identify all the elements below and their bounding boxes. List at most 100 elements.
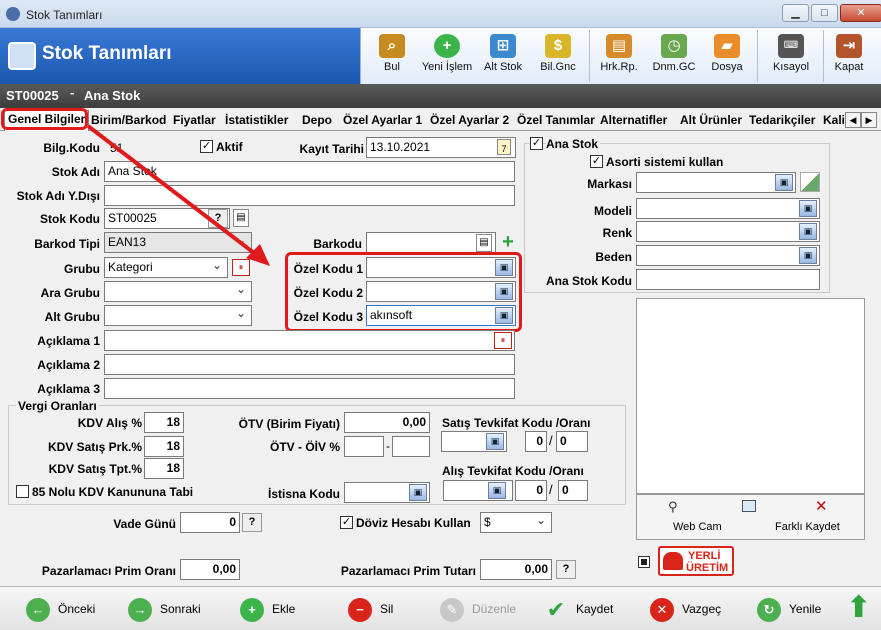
markasi-lookup-icon[interactable]: ▣: [775, 174, 793, 191]
satis-tevkifat-lookup-icon[interactable]: ▣: [486, 433, 504, 450]
alis-tevkifat-label: Alış Tevkifat Kodu /Oranı: [442, 464, 584, 478]
otv-oiv-input-1[interactable]: [344, 436, 384, 457]
period-button[interactable]: ◷ Dnm.GC: [651, 28, 697, 84]
delete-button[interactable]: − Sil: [348, 595, 393, 623]
save-button[interactable]: ✔ Kaydet: [544, 595, 614, 623]
markasi-image-icon[interactable]: [800, 172, 820, 192]
otv-input[interactable]: 0,00: [344, 412, 430, 433]
web-cam-button[interactable]: Web Cam: [673, 521, 722, 533]
doviz-checkbox[interactable]: ✓: [340, 516, 353, 529]
add-button[interactable]: + Ekle: [240, 595, 295, 623]
otv-oiv-dash: -: [386, 439, 390, 453]
alt-grubu-select[interactable]: [104, 305, 252, 326]
sub-stock-button[interactable]: ⊞ Alt Stok: [481, 28, 525, 84]
maximize-button[interactable]: □: [811, 4, 838, 22]
farkli-kaydet-button[interactable]: Farklı Kaydet: [775, 521, 840, 533]
find-button[interactable]: ⌕ Bul: [377, 28, 407, 84]
ara-grubu-select[interactable]: [104, 281, 252, 302]
tab-ozel-tanimlar[interactable]: Özel Tanımlar: [514, 112, 598, 131]
beden-input[interactable]: [636, 245, 820, 266]
minus-icon: −: [348, 597, 372, 622]
network-icon: ⊞: [490, 34, 516, 58]
minimize-button[interactable]: ▁: [782, 4, 809, 22]
prim-tutari-help-button[interactable]: ?: [556, 560, 576, 579]
window-title: Stok Tanımları: [26, 8, 103, 22]
tab-depo[interactable]: Depo: [299, 112, 335, 131]
ana-stok-checkbox[interactable]: ✓: [530, 137, 543, 150]
tab-alternatifler[interactable]: Alternatifler: [597, 112, 670, 131]
file-button[interactable]: ▰ Dosya: [709, 28, 745, 84]
ozel-kodu-1-lookup-icon[interactable]: ▣: [495, 259, 513, 276]
aciklama-1-lookup-icon[interactable]: ⏸: [494, 332, 512, 349]
istisna-label: İstisna Kodu: [267, 487, 340, 501]
new-transaction-button[interactable]: + Yeni İşlem: [419, 28, 475, 84]
tab-alt-urunler[interactable]: Alt Ürünler: [677, 112, 745, 131]
alis-tevkifat-den[interactable]: 0: [558, 480, 588, 501]
satis-tevkifat-num[interactable]: 0: [525, 431, 547, 452]
ozel-kodu-1-input[interactable]: [366, 257, 516, 278]
info-update-button[interactable]: $ Bil.Gnc: [537, 28, 579, 84]
tab-kalite[interactable]: Kali: [820, 112, 844, 131]
markasi-input[interactable]: [636, 172, 796, 193]
scroll-top-icon[interactable]: ⬆: [846, 593, 871, 625]
asorti-checkbox[interactable]: ✓: [590, 155, 603, 168]
satis-tevkifat-label: Satış Tevkifat Kodu /Oranı: [442, 416, 591, 430]
vade-gunu-help-button[interactable]: ?: [242, 513, 262, 532]
barkodu-doc-icon[interactable]: ▤: [476, 234, 492, 252]
ozel-kodu-2-input[interactable]: [366, 281, 516, 302]
arrow-right-icon: →: [128, 597, 152, 622]
ozel-kodu-3-input[interactable]: akınsoft: [366, 305, 516, 326]
cancel-button[interactable]: ✕ Vazgeç: [650, 595, 721, 623]
movement-report-button[interactable]: ▤ Hrk.Rp.: [597, 28, 641, 84]
clock-icon: ◷: [661, 34, 687, 58]
kanun-checkbox[interactable]: [16, 485, 29, 498]
alis-tevkifat-lookup-icon[interactable]: ▣: [488, 482, 506, 499]
previous-button[interactable]: ← Önceki: [26, 595, 95, 623]
ozel-kodu-2-lookup-icon[interactable]: ▣: [495, 283, 513, 300]
ana-stok-kodu-input[interactable]: [636, 269, 820, 290]
modeli-input[interactable]: [636, 198, 820, 219]
yerli-text-1: YERLİ: [688, 550, 721, 562]
tab-ozel-ayarlar-2[interactable]: Özel Ayarlar 2: [427, 112, 512, 131]
product-image-box[interactable]: [636, 298, 865, 494]
renk-input[interactable]: [636, 221, 820, 242]
prim-orani-input[interactable]: 0,00: [180, 559, 240, 580]
edit-button[interactable]: ✎ Düzenle: [440, 595, 516, 623]
modeli-lookup-icon[interactable]: ▣: [799, 200, 817, 217]
keyboard-icon: ⌨: [778, 34, 804, 58]
kdv-satis-tpt-input[interactable]: 18: [144, 458, 184, 479]
close-button[interactable]: ✕: [840, 4, 881, 22]
aciklama-3-input[interactable]: [104, 378, 515, 399]
kdv-satis-prk-input[interactable]: 18: [144, 436, 184, 457]
vade-gunu-input[interactable]: 0: [180, 512, 240, 533]
barkodu-add-icon[interactable]: +: [499, 232, 517, 252]
next-button[interactable]: → Sonraki: [128, 595, 201, 623]
delete-image-icon[interactable]: ✕: [815, 497, 828, 515]
tab-scroll-right-icon[interactable]: ▶: [861, 112, 877, 128]
doviz-select[interactable]: $: [480, 512, 552, 533]
close-form-button[interactable]: ⇥ Kapat: [831, 28, 867, 84]
tab-tedarikciler[interactable]: Tedarikçiler: [746, 112, 818, 131]
aciklama-2-input[interactable]: [104, 354, 515, 375]
kdv-alis-input[interactable]: 18: [144, 412, 184, 433]
istisna-lookup-icon[interactable]: ▣: [409, 484, 427, 501]
renk-label: Renk: [602, 226, 632, 240]
aciklama-1-input[interactable]: [104, 330, 515, 351]
shortcut-button[interactable]: ⌨ Kısayol: [771, 28, 811, 84]
satis-tevkifat-den[interactable]: 0: [556, 431, 588, 452]
refresh-button[interactable]: ↻ Yenile: [757, 595, 821, 623]
kayit-tarihi-input[interactable]: 13.10.2021: [366, 137, 516, 158]
beden-lookup-icon[interactable]: ▣: [799, 247, 817, 264]
otv-oiv-input-2[interactable]: [392, 436, 430, 457]
ana-stok-kodu-label: Ana Stok Kodu: [546, 274, 632, 288]
calendar-icon[interactable]: 7: [497, 139, 511, 155]
tab-scroll-left-icon[interactable]: ◀: [845, 112, 861, 128]
renk-lookup-icon[interactable]: ▣: [799, 223, 817, 240]
yerli-checkbox[interactable]: [638, 556, 650, 568]
ozel-kodu-3-label: Özel Kodu 3: [293, 310, 363, 324]
ozel-kodu-3-lookup-icon[interactable]: ▣: [495, 307, 513, 324]
tab-ozel-ayarlar-1[interactable]: Özel Ayarlar 1: [340, 112, 425, 131]
alis-tevkifat-num[interactable]: 0: [515, 480, 547, 501]
prim-tutari-input[interactable]: 0,00: [480, 559, 552, 580]
yerli-uretim-logo: YERLİ ÜRETİM: [658, 546, 734, 576]
